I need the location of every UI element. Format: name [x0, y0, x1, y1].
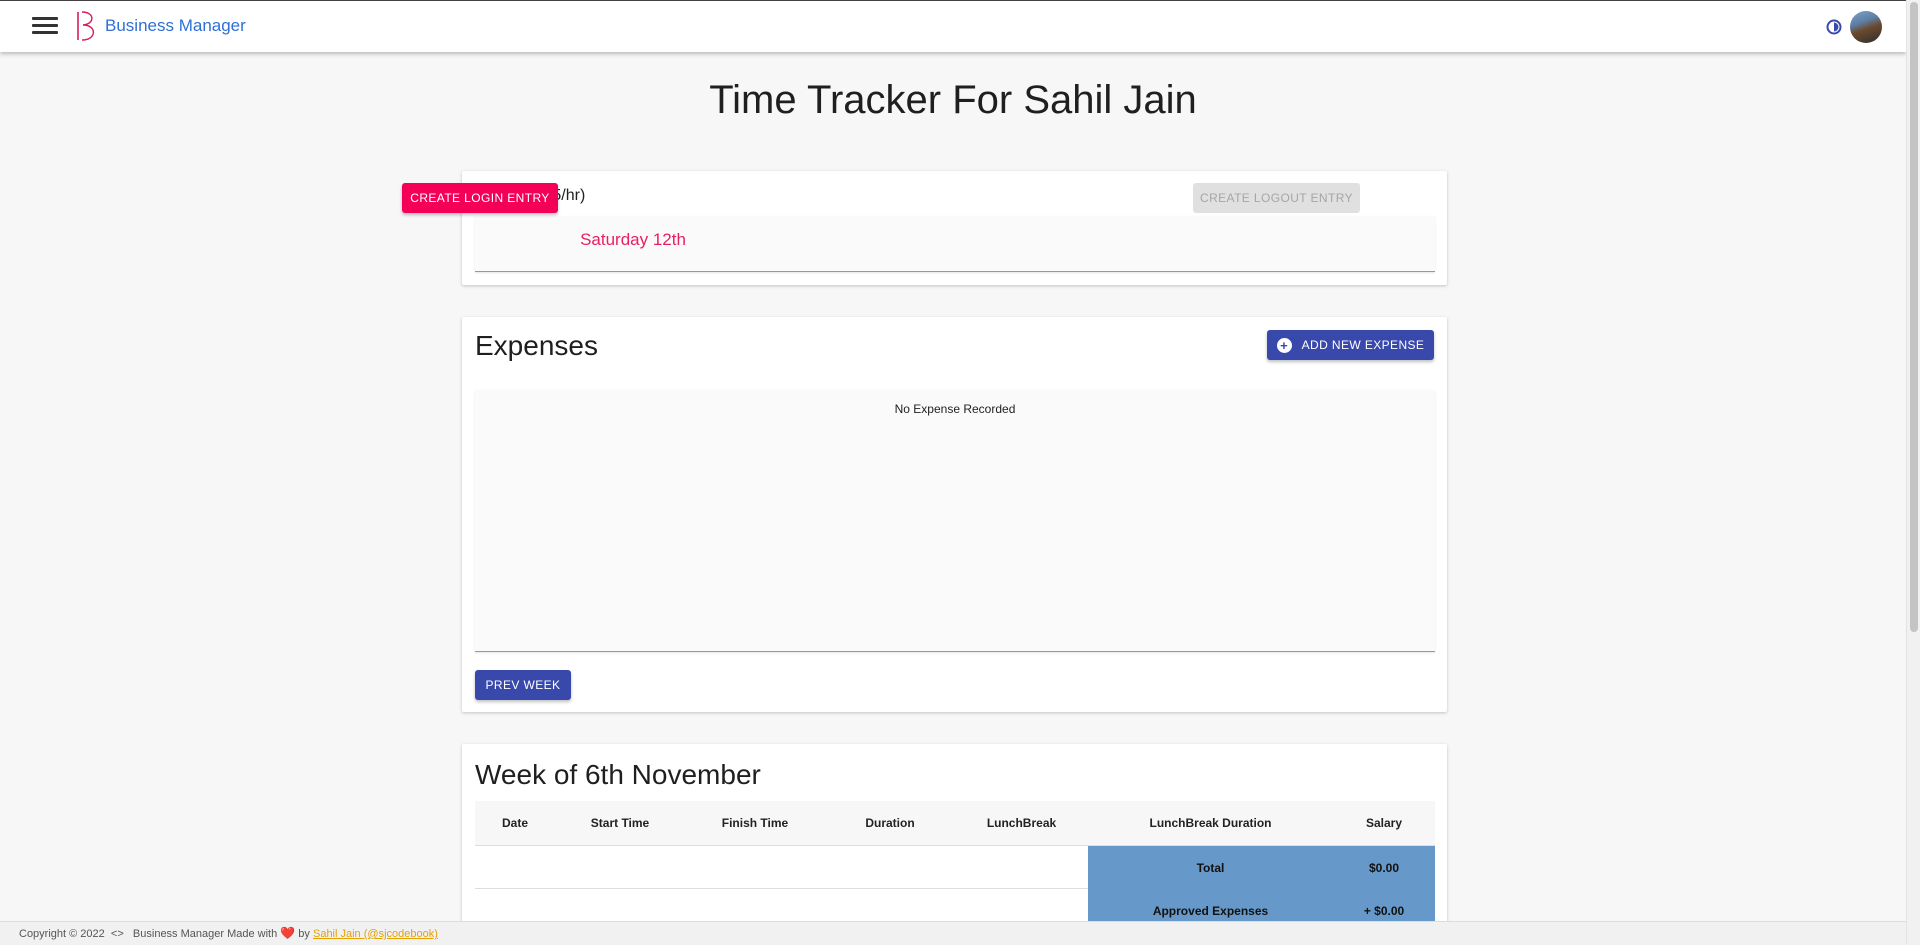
column-header-salary[interactable]: Salary — [1333, 816, 1435, 830]
code-icon: <> — [110, 928, 124, 940]
app-name[interactable]: Business Manager — [105, 16, 246, 36]
day-label: Saturday 12th — [580, 230, 686, 249]
total-summary-cell: Total $0.00 — [1088, 846, 1435, 889]
approved-expenses-value: + $0.00 — [1363, 904, 1405, 918]
add-new-expense-button[interactable]: + ADD NEW EXPENSE — [1267, 330, 1434, 360]
column-header-duration[interactable]: Duration — [825, 816, 955, 830]
page-title: Time Tracker For Sahil Jain — [709, 78, 1197, 122]
add-new-expense-label: ADD NEW EXPENSE — [1301, 338, 1425, 352]
create-login-entry-button[interactable]: CREATE LOGIN ENTRY — [402, 183, 558, 213]
theme-toggle-icon[interactable] — [1826, 19, 1842, 35]
column-header-start-time[interactable]: Start Time — [555, 816, 685, 830]
approved-expenses-label: Approved Expenses — [1152, 904, 1269, 918]
menu-icon[interactable] — [32, 17, 58, 37]
create-logout-entry-button: CREATE LOGOUT ENTRY — [1193, 183, 1360, 213]
empty-expenses-text: No Expense Recorded — [894, 402, 1016, 416]
table-row: Total $0.00 — [475, 846, 1435, 889]
heart-icon: ❤️ — [280, 926, 296, 940]
table-header: Date Start Time Finish Time Duration Lun… — [475, 801, 1435, 846]
footer: Copyright © 2022 <> Business Manager Mad… — [0, 921, 1906, 945]
copyright-text: Copyright © 2022 — [19, 928, 105, 940]
total-value: $0.00 — [1368, 861, 1400, 875]
expenses-title: Expenses — [475, 330, 598, 361]
day-entry-row: Saturday 12th — [475, 216, 1435, 272]
scrollbar-thumb[interactable] — [1910, 2, 1918, 632]
author-link[interactable]: Sahil Jain (@sjcodebook) — [313, 928, 438, 940]
prev-week-button[interactable]: PREV WEEK — [475, 670, 571, 700]
page-scrollbar[interactable] — [1906, 0, 1920, 945]
avatar[interactable] — [1850, 11, 1882, 43]
column-header-lunchbreak-duration[interactable]: LunchBreak Duration — [1088, 816, 1333, 830]
app-bar: Business Manager — [0, 0, 1906, 52]
column-header-date[interactable]: Date — [475, 816, 555, 830]
column-header-lunchbreak[interactable]: LunchBreak — [955, 816, 1088, 830]
expenses-card: Expenses + ADD NEW EXPENSE No Expense Re… — [462, 317, 1447, 712]
add-circle-icon: + — [1276, 337, 1292, 353]
total-label: Total — [1196, 861, 1225, 875]
week-title: Week of 6th November — [475, 759, 761, 790]
brand-logo-icon[interactable] — [73, 9, 99, 43]
expenses-list: No Expense Recorded — [475, 390, 1435, 652]
by-text: by — [298, 928, 310, 940]
made-with-text: Business Manager Made with — [132, 928, 278, 940]
column-header-finish-time[interactable]: Finish Time — [685, 816, 825, 830]
week-card: Week of 6th November Date Start Time Fin… — [462, 744, 1447, 945]
